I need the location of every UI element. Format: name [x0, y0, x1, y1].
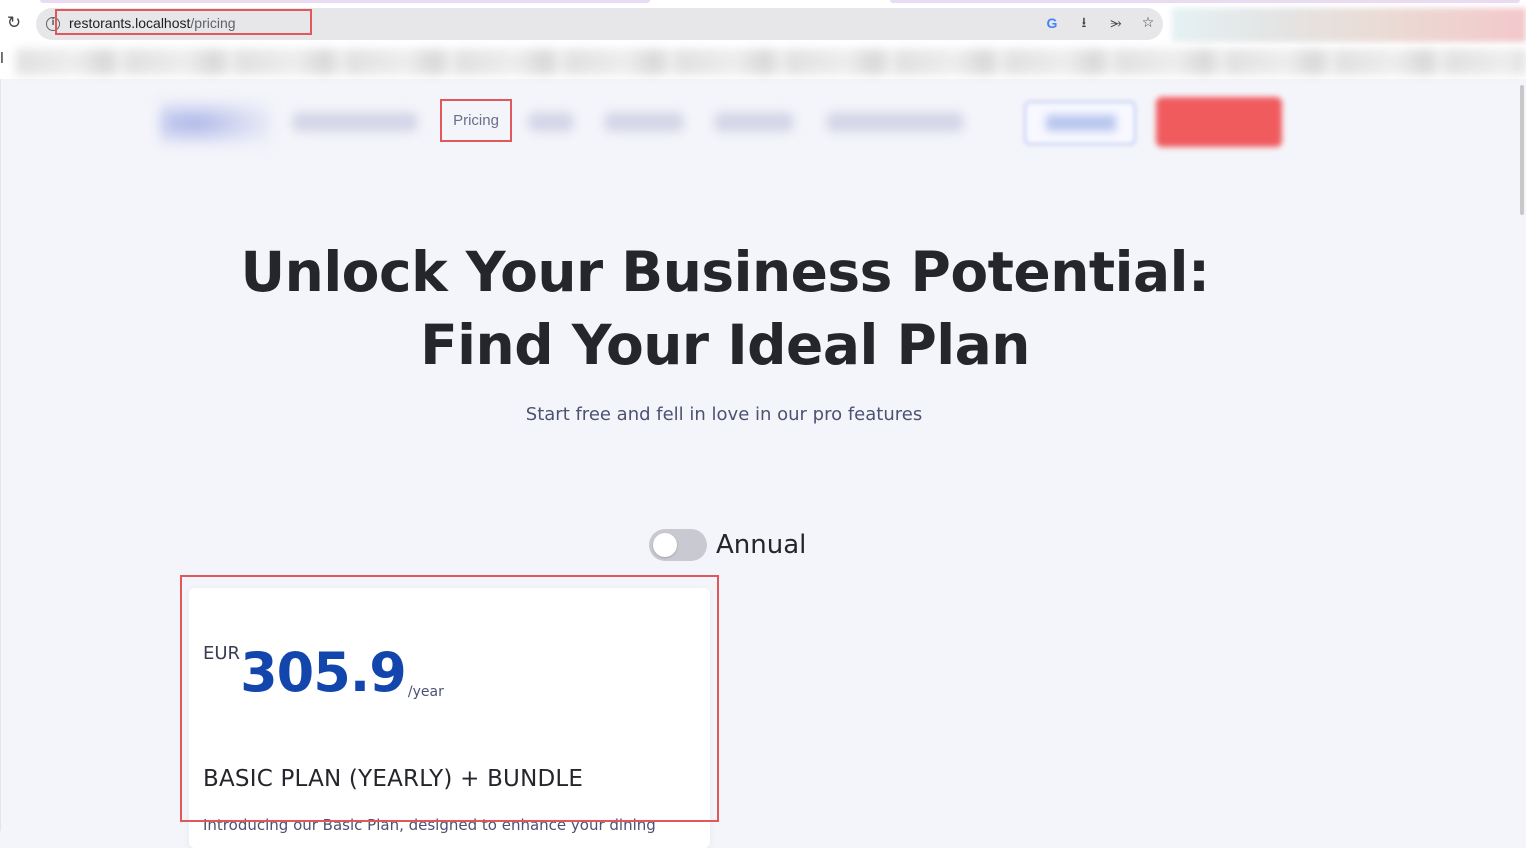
reload-icon[interactable]: ↻ [4, 13, 24, 33]
plan-description: Introducing our Basic Plan, designed to … [203, 816, 656, 834]
bookmarks-blurred [16, 49, 1526, 75]
omnibox-actions: G ⭳ ⭃ ☆ [1043, 14, 1157, 32]
title-line-1: Unlock Your Business Potential: [240, 240, 1210, 304]
signup-button-blurred[interactable] [1156, 97, 1282, 147]
extensions-area-blurred [1172, 8, 1526, 42]
plan-card: EUR 305.9 /year BASIC PLAN (YEARLY) + BU… [189, 588, 710, 848]
scrollbar[interactable] [1518, 79, 1526, 831]
share-icon[interactable]: ⭃ [1107, 14, 1125, 32]
site-navigation: Pricing [0, 79, 1526, 169]
page-title: Unlock Your Business Potential: Find You… [0, 236, 1450, 382]
price-currency: EUR [203, 643, 241, 664]
nav-item-blurred[interactable] [528, 112, 574, 132]
plan-name: BASIC PLAN (YEARLY) + BUNDLE [203, 766, 584, 792]
bookmark-fragment: l [0, 51, 4, 67]
annual-toggle-switch[interactable] [649, 529, 707, 561]
billing-toggle-row: Annual [649, 527, 806, 563]
active-tab-edge[interactable] [40, 0, 650, 3]
bookmarks-bar: l [0, 45, 1526, 79]
page-left-border [0, 79, 1, 831]
install-icon[interactable]: ⭳ [1075, 14, 1093, 32]
tab-edge[interactable] [890, 0, 1520, 3]
title-line-2: Find Your Ideal Plan [420, 313, 1030, 377]
price-period: /year [407, 684, 444, 700]
star-icon[interactable]: ☆ [1139, 14, 1157, 32]
nav-item-pricing[interactable]: Pricing [440, 99, 512, 142]
page-subtitle: Start free and fell in love in our pro f… [525, 404, 923, 425]
price-amount: 305.9 [240, 641, 407, 704]
toggle-knob [653, 533, 677, 557]
logo-blurred[interactable] [160, 101, 270, 145]
nav-item-blurred[interactable] [292, 112, 418, 132]
annual-label: Annual [716, 530, 807, 560]
nav-item-blurred[interactable] [714, 112, 794, 132]
price: EUR 305.9 /year [203, 640, 444, 704]
nav-item-blurred[interactable] [604, 112, 684, 132]
google-icon[interactable]: G [1043, 14, 1061, 32]
url-highlight-box [55, 9, 312, 35]
nav-item-blurred[interactable] [826, 112, 964, 132]
login-button-blurred[interactable] [1024, 101, 1136, 145]
